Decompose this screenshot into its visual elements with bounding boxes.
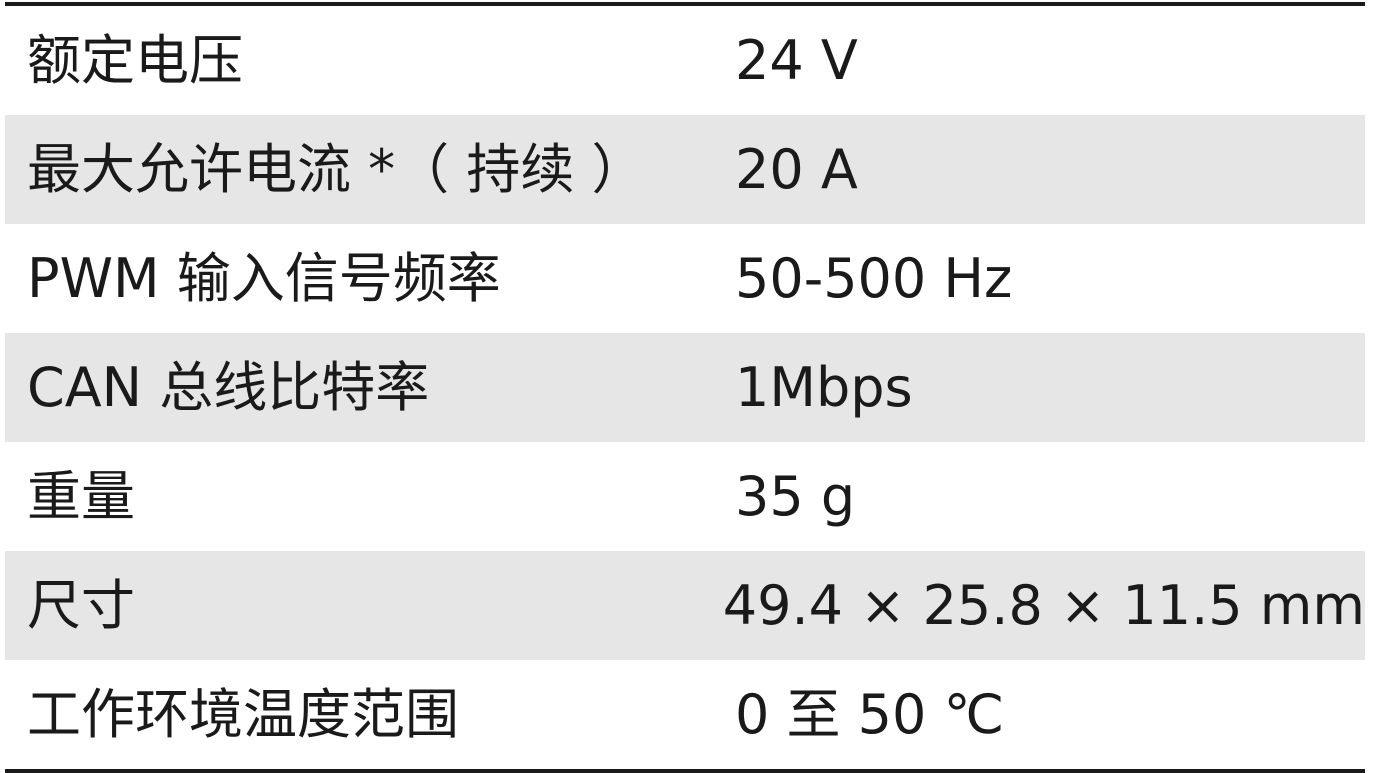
spec-value: 49.4 × 25.8 × 11.5 mm bbox=[722, 573, 1365, 637]
spec-row-dimensions: 尺寸 49.4 × 25.8 × 11.5 mm bbox=[5, 551, 1365, 660]
spec-label: 重量 bbox=[27, 464, 135, 528]
spec-row-weight: 重量 35 g bbox=[5, 442, 1365, 551]
spec-value: 24 V bbox=[735, 28, 858, 92]
spec-label: 工作环境温度范围 bbox=[27, 682, 459, 746]
spec-row-pwm-frequency: PWM 输入信号频率 50-500 Hz bbox=[5, 224, 1365, 333]
spec-label: 最大允许电流 *（ 持续 ） bbox=[27, 137, 646, 201]
spec-value: 50-500 Hz bbox=[735, 246, 1013, 310]
spec-label: CAN 总线比特率 bbox=[27, 355, 430, 419]
spec-label: 尺寸 bbox=[27, 573, 135, 637]
spec-label: 额定电压 bbox=[27, 28, 243, 92]
spec-table: 额定电压 24 V 最大允许电流 *（ 持续 ） 20 A PWM 输入信号频率… bbox=[5, 2, 1365, 773]
spec-value: 20 A bbox=[735, 137, 858, 201]
spec-row-operating-temperature: 工作环境温度范围 0 至 50 ℃ bbox=[5, 660, 1365, 769]
spec-row-max-current: 最大允许电流 *（ 持续 ） 20 A bbox=[5, 115, 1365, 224]
spec-row-rated-voltage: 额定电压 24 V bbox=[5, 6, 1365, 115]
spec-label: PWM 输入信号频率 bbox=[27, 246, 501, 310]
spec-value: 0 至 50 ℃ bbox=[735, 682, 1005, 746]
spec-value: 1Mbps bbox=[735, 355, 913, 419]
spec-row-can-bitrate: CAN 总线比特率 1Mbps bbox=[5, 333, 1365, 442]
spec-value: 35 g bbox=[735, 464, 856, 528]
